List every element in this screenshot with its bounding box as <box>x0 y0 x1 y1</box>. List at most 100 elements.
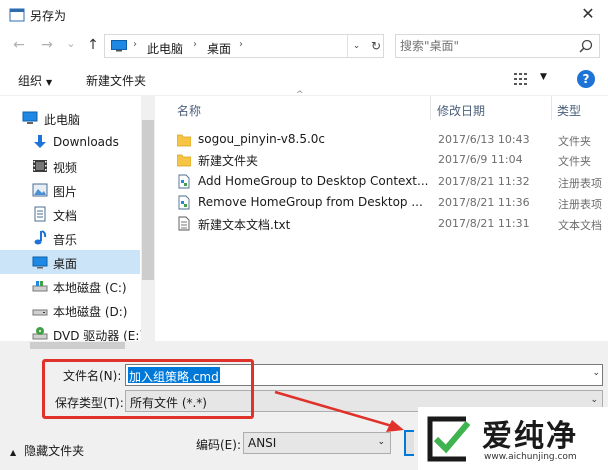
folder-icon <box>177 134 191 147</box>
drive-icon <box>32 281 48 292</box>
scrollbar-thumb[interactable] <box>30 342 125 349</box>
column-header-type[interactable]: 类型 <box>557 102 581 119</box>
sidebar-item-this-pc[interactable]: 此电脑 <box>0 106 140 130</box>
file-row[interactable]: sogou_pinyin-v8.5.0c 2017/6/13 10:43 文件夹 <box>165 129 608 150</box>
annotation-highlight-box <box>42 359 254 419</box>
back-button[interactable]: ← <box>10 37 28 53</box>
pc-icon <box>111 40 127 52</box>
column-divider[interactable] <box>551 96 552 120</box>
search-box[interactable] <box>395 34 600 58</box>
column-divider[interactable] <box>430 96 431 120</box>
sidebar-item-label: 音乐 <box>53 233 78 247</box>
save-button[interactable] <box>404 430 414 456</box>
command-bar: 组织 ▼ 新建文件夹 ▼ ? <box>0 62 608 96</box>
chevron-down-icon: ▼ <box>46 78 53 87</box>
sidebar-scrollbar[interactable] <box>141 96 155 350</box>
sidebar-item-music[interactable]: 音乐 <box>0 226 140 250</box>
address-bar[interactable]: › 此电脑 › 桌面 › ⌄ ↻ <box>104 34 384 58</box>
hide-folders-label: 隐藏文件夹 <box>24 444 85 458</box>
file-name: sogou_pinyin-v8.5.0c <box>198 132 325 146</box>
breadcrumb-separator: › <box>133 39 137 50</box>
file-row[interactable]: Remove HomeGroup from Desktop ... 2017/8… <box>165 192 608 213</box>
title-bar: 另存为 ✕ <box>0 0 608 30</box>
search-icon <box>579 39 593 53</box>
file-row[interactable]: 新建文件夹 2017/6/9 11:04 文件夹 <box>165 149 608 170</box>
file-row[interactable]: 新建文本文档.txt 2017/8/21 11:31 文本文档 <box>165 213 608 234</box>
close-button[interactable]: ✕ <box>568 0 608 30</box>
file-name: 新建文件夹 <box>198 154 259 168</box>
organize-label: 组织 <box>18 74 43 88</box>
address-dropdown-button[interactable]: ⌄ <box>347 35 365 57</box>
chevron-down-icon: ⌄ <box>377 437 385 447</box>
file-type: 文件夹 <box>558 135 591 148</box>
hide-folders-button[interactable]: ▲ 隐藏文件夹 <box>10 442 84 459</box>
search-input[interactable] <box>400 38 570 54</box>
file-date: 2017/8/21 11:36 <box>438 196 530 209</box>
breadcrumb-desktop[interactable]: 桌面 <box>207 40 231 57</box>
sidebar-item-pictures[interactable]: 图片 <box>0 178 140 202</box>
picture-icon <box>32 183 48 197</box>
sidebar-item-drive-c[interactable]: 本地磁盘 (C:) <box>0 274 140 298</box>
registry-icon <box>178 195 190 210</box>
scrollbar-thumb[interactable] <box>142 120 154 280</box>
music-icon <box>34 230 47 245</box>
sidebar-item-desktop[interactable]: 桌面 <box>0 250 140 274</box>
file-type: 注册表项 <box>558 198 602 211</box>
file-date: 2017/6/13 10:43 <box>438 133 530 146</box>
help-button[interactable]: ? <box>577 70 595 88</box>
chevron-up-icon: ▲ <box>10 448 17 457</box>
sidebar-item-label: 此电脑 <box>44 113 81 127</box>
view-options-icon[interactable] <box>514 72 532 86</box>
drive-icon <box>32 309 48 316</box>
folder-icon <box>177 154 191 167</box>
file-type: 文本文档 <box>558 219 602 232</box>
breadcrumb-this-pc[interactable]: 此电脑 <box>147 40 183 57</box>
column-header-name[interactable]: 名称 <box>177 102 201 119</box>
breadcrumb-separator: › <box>239 39 243 50</box>
encoding-selected-value: ANSI <box>248 436 277 450</box>
organize-button[interactable]: 组织 ▼ <box>18 72 52 89</box>
dvd-icon <box>32 327 48 340</box>
encoding-select[interactable]: ANSI ⌄ <box>243 432 391 454</box>
file-list: ^ 名称 修改日期 类型 sogou_pinyin-v8.5.0c 2017/6… <box>165 90 608 350</box>
sidebar-item-documents[interactable]: 文档 <box>0 202 140 226</box>
address-row: ← → ⌄ ↑ › 此电脑 › 桌面 › ⌄ ↻ <box>0 30 608 62</box>
watermark-url: www.aichunjing.com <box>484 452 577 462</box>
file-name: Add HomeGroup to Desktop Context... <box>198 174 428 188</box>
brand-logo <box>427 416 471 462</box>
desktop-icon <box>32 256 48 269</box>
file-type: 文件夹 <box>558 155 591 168</box>
new-folder-button[interactable]: 新建文件夹 <box>86 72 146 89</box>
file-row[interactable]: Add HomeGroup to Desktop Context... 2017… <box>165 171 608 192</box>
sidebar-horizontal-scrollbar[interactable] <box>0 341 608 350</box>
sort-indicator-icon: ^ <box>296 90 304 100</box>
up-button[interactable]: ↑ <box>84 37 102 53</box>
file-type: 注册表项 <box>558 177 602 190</box>
recent-locations-button[interactable]: ⌄ <box>62 37 80 50</box>
watermark: 爱纯净 www.aichunjing.com <box>418 407 608 470</box>
notepad-icon <box>9 8 25 22</box>
download-icon <box>34 135 46 148</box>
document-icon <box>34 206 46 222</box>
encoding-label: 编码(E): <box>196 438 241 452</box>
registry-icon <box>178 174 190 189</box>
window-title: 另存为 <box>30 9 67 23</box>
refresh-button[interactable]: ↻ <box>367 35 385 57</box>
pc-icon <box>22 111 38 124</box>
chevron-down-icon[interactable]: ⌄ <box>592 368 600 378</box>
text-file-icon <box>178 216 190 231</box>
column-header-date[interactable]: 修改日期 <box>437 102 485 119</box>
sidebar-item-label: 本地磁盘 (C:) <box>53 281 127 295</box>
sidebar-item-downloads[interactable]: Downloads <box>0 130 140 154</box>
navigation-pane: 此电脑 Downloads 视频 图片 文档 音乐 桌面 本地磁盘 (C:) 本… <box>0 96 155 350</box>
breadcrumb-separator: › <box>193 39 197 50</box>
sidebar-item-videos[interactable]: 视频 <box>0 154 140 178</box>
sidebar-item-label: 文档 <box>53 209 78 223</box>
file-date: 2017/6/9 11:04 <box>438 153 523 166</box>
chevron-down-icon[interactable]: ▼ <box>540 72 547 82</box>
sidebar-item-label: 视频 <box>53 161 78 175</box>
forward-button[interactable]: → <box>38 37 56 53</box>
sidebar-item-drive-d[interactable]: 本地磁盘 (D:) <box>0 298 140 322</box>
file-name: 新建文本文档.txt <box>198 218 291 232</box>
file-date: 2017/8/21 11:31 <box>438 217 530 230</box>
